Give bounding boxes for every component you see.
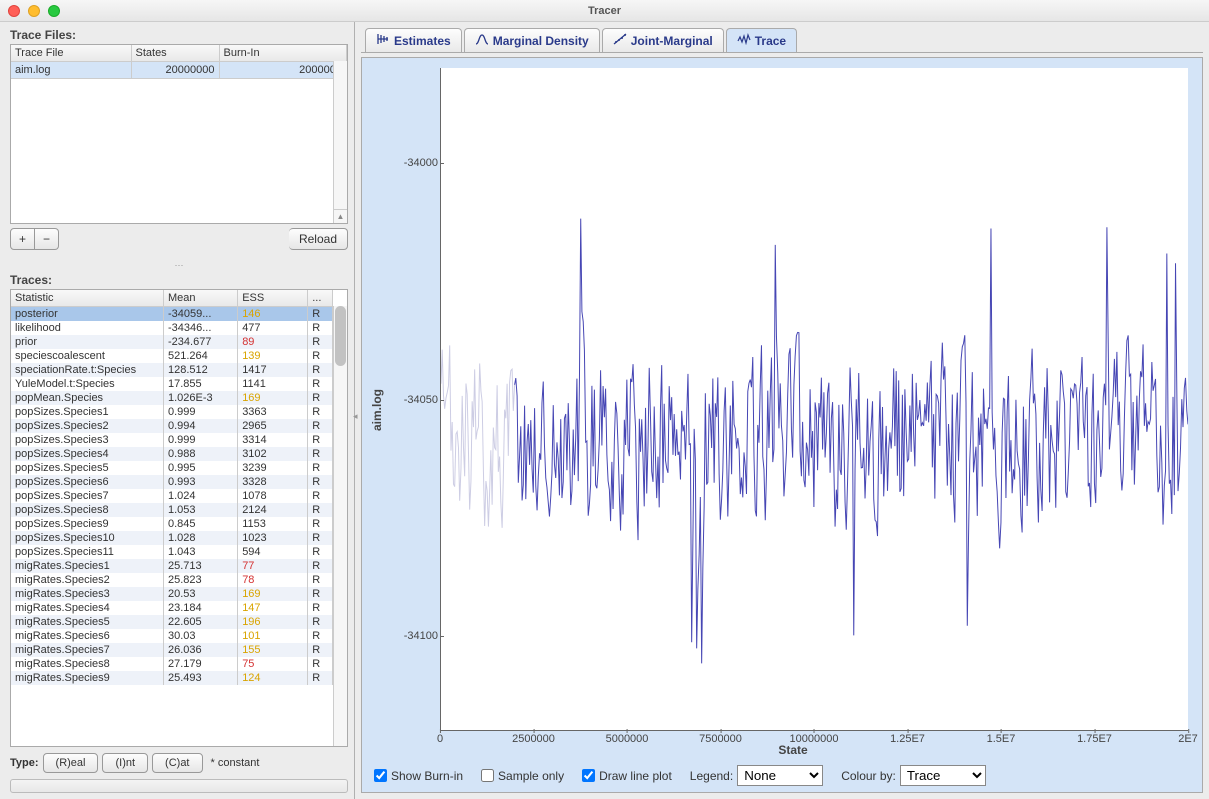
x-tick: 1.25E7 (890, 733, 925, 745)
vertical-splitter[interactable]: ◂ (353, 411, 358, 422)
marginal-density-icon (475, 33, 489, 48)
tab-joint-marginal[interactable]: Joint-Marginal (602, 28, 724, 52)
window-title: Tracer (0, 5, 1209, 17)
trace-file-row[interactable]: aim.log 20000000 2000000 (11, 62, 347, 79)
estimates-icon (376, 33, 390, 48)
chart-area: aim.log State -34000 -34050 -34100 0 2500000… (361, 57, 1203, 793)
trace-row[interactable]: popSizes.Species10.9993363R (11, 405, 333, 419)
traces-heading: Traces: (10, 273, 348, 287)
type-real-button[interactable]: (R)eal (43, 753, 99, 773)
trace-row[interactable]: likelihood-34346...477R (11, 321, 333, 335)
colourby-select[interactable]: Trace (900, 765, 986, 786)
trace-row[interactable]: migRates.Species630.03101R (11, 629, 333, 643)
trace-row[interactable]: prior-234.67789R (11, 335, 333, 349)
trace-row[interactable]: popSizes.Species40.9883102R (11, 447, 333, 461)
status-bar (10, 779, 348, 793)
trace-row[interactable]: migRates.Species125.71377R (11, 559, 333, 573)
x-tick: 1.5E7 (987, 733, 1016, 745)
sample-only-checkbox[interactable]: Sample only (481, 769, 564, 783)
trace-row[interactable]: migRates.Species423.184147R (11, 601, 333, 615)
trace-row[interactable]: popSizes.Species71.0241078R (11, 489, 333, 503)
reload-button[interactable]: Reload (289, 228, 348, 250)
trace-row[interactable]: popMean.Species1.026E-3169R (11, 391, 333, 405)
traces-scrollbar[interactable] (333, 306, 347, 746)
trace-row[interactable]: YuleModel.t:Species17.8551141R (11, 377, 333, 391)
trace-files-table[interactable]: Trace File States Burn-In aim.log 200000… (10, 44, 348, 224)
x-tick: 10000000 (790, 733, 839, 745)
traces-col-ess[interactable]: ESS (238, 290, 308, 307)
x-tick: 2E7 (1178, 733, 1198, 745)
tab-marginal-density[interactable]: Marginal Density (464, 28, 600, 52)
trace-row[interactable]: migRates.Species726.036155R (11, 643, 333, 657)
splitter-handle[interactable]: ⋯ (10, 260, 348, 271)
x-axis-label: State (778, 743, 807, 757)
trace-plot[interactable]: State -34000 -34050 -34100 0 2500000 5000000 7… (388, 62, 1198, 759)
joint-marginal-icon (613, 33, 627, 48)
type-constant-label: * constant (211, 757, 260, 769)
trace-row[interactable]: popSizes.Species90.8451153R (11, 517, 333, 531)
window-titlebar: Tracer (0, 0, 1209, 22)
x-tick: 1.75E7 (1077, 733, 1112, 745)
tab-trace[interactable]: Trace (726, 28, 797, 52)
x-tick: 7500000 (699, 733, 742, 745)
trace-row[interactable]: popSizes.Species101.0281023R (11, 531, 333, 545)
files-col-states[interactable]: States (131, 45, 219, 62)
trace-row[interactable]: popSizes.Species30.9993314R (11, 433, 333, 447)
traces-col-stat[interactable]: Statistic (11, 290, 164, 307)
type-int-button[interactable]: (I)nt (102, 753, 148, 773)
trace-row[interactable]: migRates.Species320.53169R (11, 587, 333, 601)
files-col-burnin[interactable]: Burn-In (219, 45, 347, 62)
trace-row[interactable]: popSizes.Species20.9942965R (11, 419, 333, 433)
tab-estimates[interactable]: Estimates (365, 28, 462, 52)
colourby-label: Colour by: (841, 769, 896, 783)
trace-row[interactable]: popSizes.Species50.9953239R (11, 461, 333, 475)
trace-row[interactable]: speciationRate.t:Species128.5121417R (11, 363, 333, 377)
x-tick: 5000000 (606, 733, 649, 745)
traces-col-mean[interactable]: Mean (164, 290, 238, 307)
draw-line-checkbox[interactable]: Draw line plot (582, 769, 672, 783)
x-tick: 2500000 (512, 733, 555, 745)
trace-row[interactable]: posterior-34059...146R (11, 307, 333, 322)
trace-icon (737, 33, 751, 48)
add-trace-button[interactable]: + (10, 228, 35, 250)
y-tick: -34050 (404, 394, 438, 406)
trace-row[interactable]: migRates.Species827.17975R (11, 657, 333, 671)
traces-table[interactable]: Statistic Mean ESS ... posterior-34059..… (11, 290, 333, 685)
y-tick: -34000 (404, 157, 438, 169)
show-burnin-checkbox[interactable]: Show Burn-in (374, 769, 463, 783)
type-label: Type: (10, 757, 39, 769)
y-axis-label: aim.log (366, 389, 388, 431)
traces-col-type[interactable]: ... (308, 290, 333, 307)
remove-trace-button[interactable]: − (35, 228, 59, 250)
trace-files-heading: Trace Files: (10, 28, 348, 42)
trace-row[interactable]: popSizes.Species111.043594R (11, 545, 333, 559)
x-tick: 0 (437, 733, 443, 745)
trace-row[interactable]: migRates.Species925.493124R (11, 671, 333, 685)
legend-select[interactable]: None (737, 765, 823, 786)
files-scrollbar[interactable]: ▲ (333, 61, 347, 223)
traces-table-wrap: Statistic Mean ESS ... posterior-34059..… (10, 289, 348, 747)
files-col-file[interactable]: Trace File (11, 45, 131, 62)
trace-row[interactable]: popSizes.Species81.0532124R (11, 503, 333, 517)
trace-row[interactable]: migRates.Species522.605196R (11, 615, 333, 629)
trace-row[interactable]: speciescoalescent521.264139R (11, 349, 333, 363)
type-cat-button[interactable]: (C)at (152, 753, 202, 773)
trace-row[interactable]: popSizes.Species60.9933328R (11, 475, 333, 489)
y-tick: -34100 (404, 630, 438, 642)
trace-row[interactable]: migRates.Species225.82378R (11, 573, 333, 587)
legend-label: Legend: (690, 769, 733, 783)
